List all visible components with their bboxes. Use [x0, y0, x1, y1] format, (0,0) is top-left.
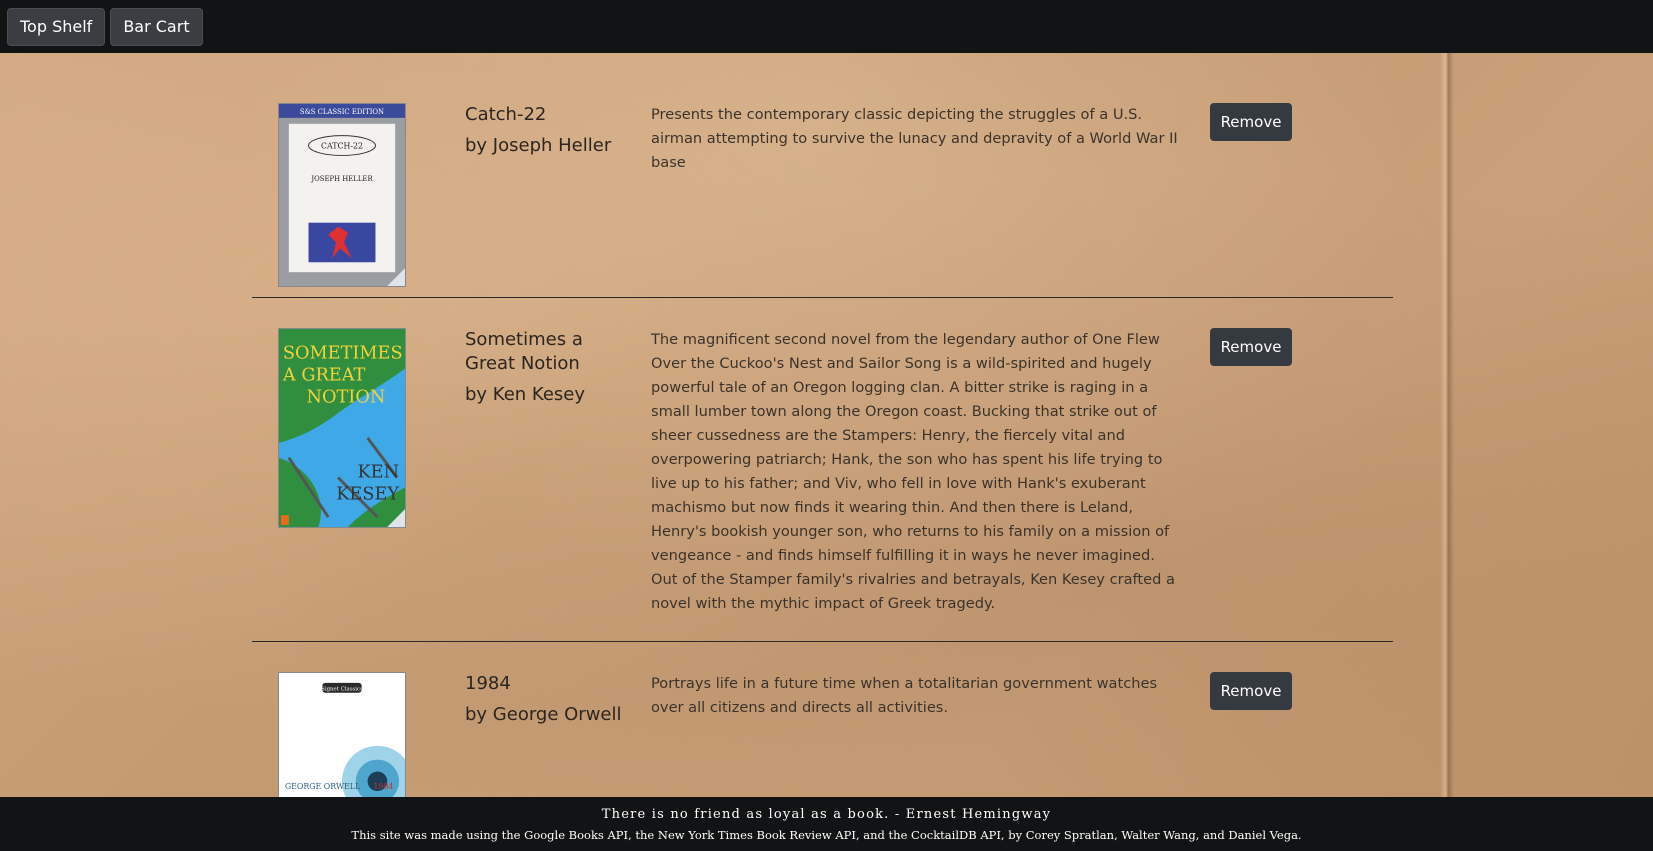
remove-button[interactable]: Remove — [1210, 328, 1292, 366]
cover-publisher-text: Signet Classics — [321, 687, 363, 693]
cover-title-text: 1984 — [373, 782, 393, 791]
book-cover-image: Signet Classics GEORGE ORWELL 1984 — [278, 672, 406, 797]
cover-author-line1: KEN — [357, 462, 399, 482]
book-list: S&S CLASSIC EDITION CATCH-22 JOSEPH HELL… — [252, 53, 1393, 797]
book-cover-image: SOMETIMES A GREAT NOTION KEN KESEY — [278, 328, 406, 528]
book-title: 1984 — [465, 673, 511, 694]
remove-button[interactable]: Remove — [1210, 672, 1292, 710]
footer-quote: There is no friend as loyal as a book. -… — [601, 807, 1052, 822]
cover-banner-text: S&S CLASSIC EDITION — [300, 108, 384, 116]
book-description: Portrays life in a future time when a to… — [651, 675, 1158, 716]
navbar: Top Shelf Bar Cart — [0, 0, 1653, 53]
book-cover-image: S&S CLASSIC EDITION CATCH-22 JOSEPH HELL… — [278, 103, 406, 287]
book-author: by Joseph Heller — [465, 135, 612, 156]
bar-cart-button[interactable]: Bar Cart — [110, 7, 203, 46]
top-shelf-button[interactable]: Top Shelf — [7, 7, 106, 46]
book-title: Sometimes a Great Notion — [465, 329, 583, 374]
book-list-area: S&S CLASSIC EDITION CATCH-22 JOSEPH HELL… — [0, 53, 1653, 797]
book-row: Signet Classics GEORGE ORWELL 1984 1984 … — [252, 642, 1393, 797]
cover-author-text: JOSEPH HELLER — [310, 175, 373, 183]
cover-title-line1: SOMETIMES — [283, 344, 403, 364]
book-title: Catch-22 — [465, 104, 547, 125]
book-row: SOMETIMES A GREAT NOTION KEN KESEY Somet… — [252, 298, 1393, 642]
cover-author-text: GEORGE ORWELL — [285, 782, 361, 791]
remove-button[interactable]: Remove — [1210, 103, 1292, 141]
cover-title-line2: A GREAT — [282, 365, 366, 385]
book-description: Presents the contemporary classic depict… — [651, 106, 1178, 171]
cover-title-text: CATCH-22 — [321, 141, 363, 150]
cover-title-line3: NOTION — [307, 387, 386, 407]
book-description: The magnificent second novel from the le… — [651, 331, 1175, 612]
book-title-column: 1984 by George Orwell — [465, 672, 635, 727]
footer-credits: This site was made using the Google Book… — [351, 828, 1302, 842]
book-author: by George Orwell — [465, 704, 622, 725]
book-row: S&S CLASSIC EDITION CATCH-22 JOSEPH HELL… — [252, 53, 1393, 298]
paper-crease — [1440, 53, 1454, 797]
book-title-column: Catch-22 by Joseph Heller — [465, 103, 635, 158]
book-author: by Ken Kesey — [465, 384, 585, 405]
footer: There is no friend as loyal as a book. -… — [0, 797, 1653, 851]
book-title-column: Sometimes a Great Notion by Ken Kesey — [465, 328, 635, 407]
cover-author-line2: KESEY — [336, 484, 399, 504]
